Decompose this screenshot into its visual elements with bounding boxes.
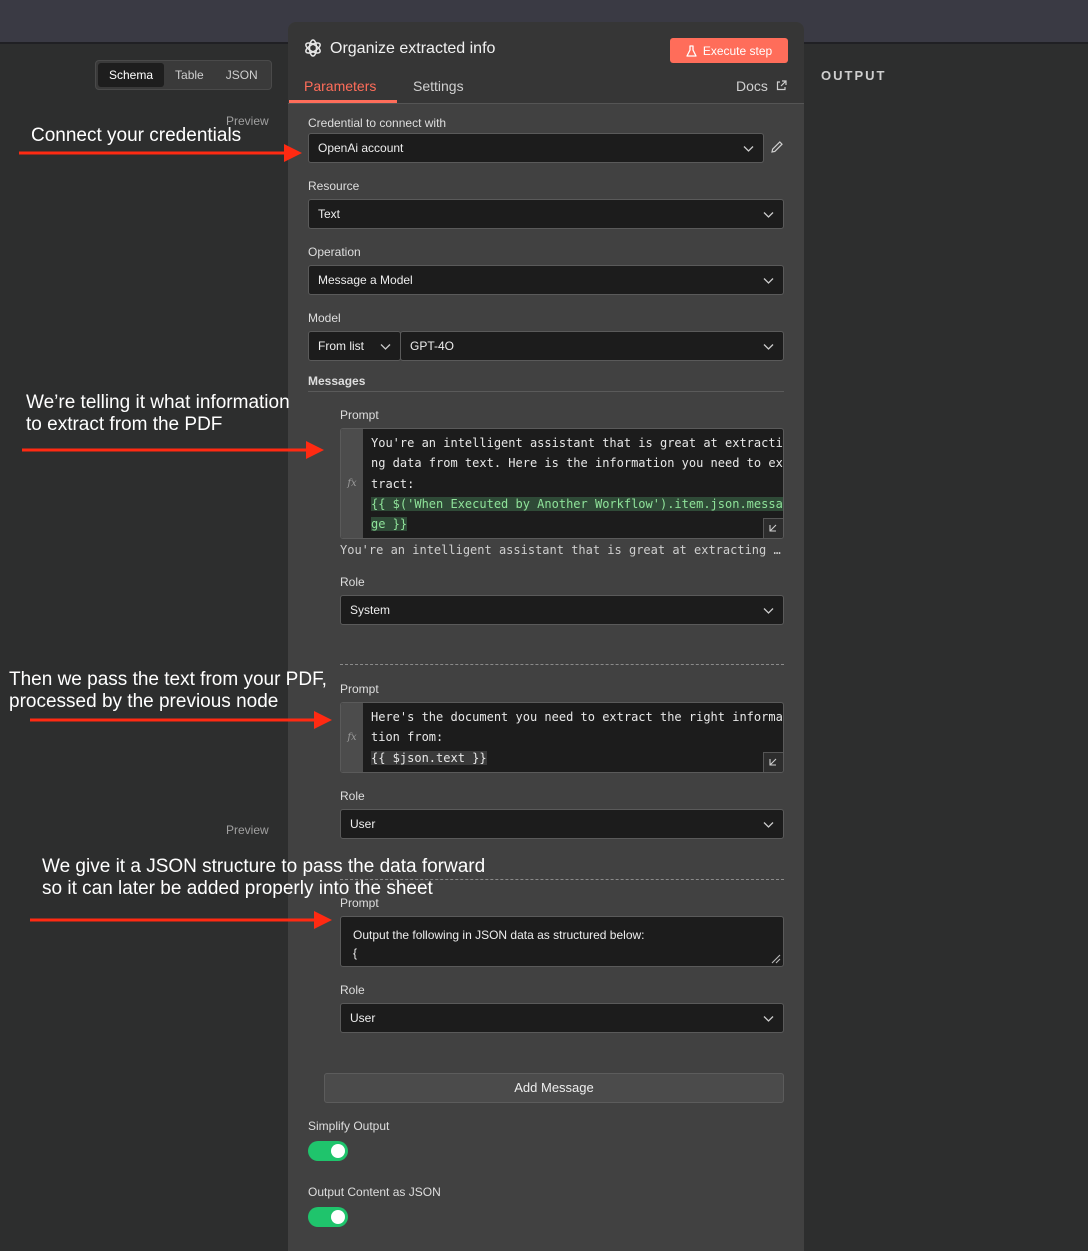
annotation-arrows	[19, 144, 332, 929]
